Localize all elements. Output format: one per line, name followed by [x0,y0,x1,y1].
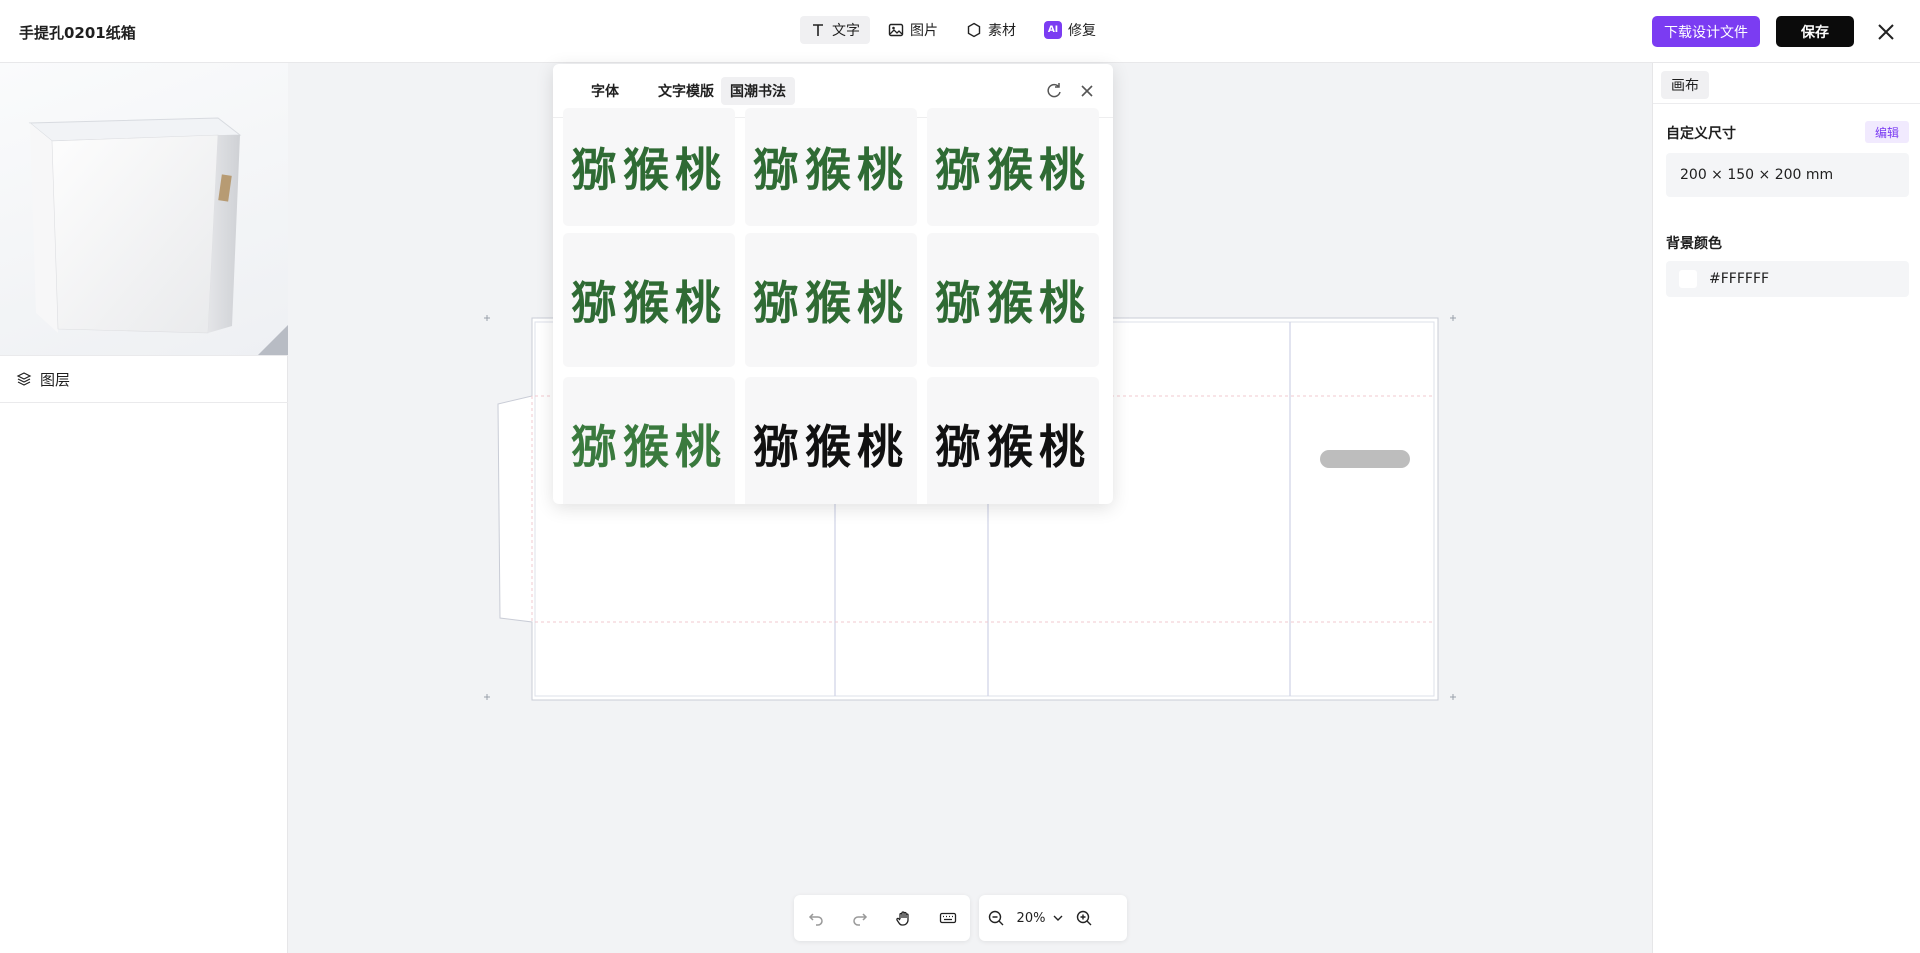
layers-icon [16,372,32,386]
zoom-out-icon [988,910,1004,926]
font-style-popup: 字体 文字模版 国潮书法 猕猴桃 猕猴桃 猕猴桃 猕猴桃 猕猴桃 猕猴桃 猕猴桃… [553,64,1113,504]
save-button[interactable]: 保存 [1776,16,1854,47]
calligraphy-sample[interactable]: 猕猴桃 [563,108,735,226]
calligraphy-sample[interactable]: 猕猴桃 [745,377,917,504]
tool-image-label: 图片 [910,23,938,39]
zoom-in-icon [1076,910,1092,926]
text-icon [813,24,823,36]
refresh-icon[interactable] [1044,81,1064,101]
document-title: 手提孔0201纸箱 [19,24,136,42]
calligraphy-grid: 猕猴桃 猕猴桃 猕猴桃 猕猴桃 猕猴桃 猕猴桃 猕猴桃 猕猴桃 猕猴桃 [563,108,1103,504]
zoom-level[interactable]: 20% [1013,911,1049,926]
chevron-down-icon [1053,915,1063,921]
zoom-out-button[interactable] [982,903,1010,933]
tool-image[interactable]: 图片 [878,16,948,44]
edit-size-button[interactable]: 编辑 [1865,121,1909,143]
undo-icon [808,913,823,926]
left-panel: 图层 [0,63,288,953]
tool-material-label: 素材 [988,23,1016,39]
hand-icon [896,911,909,926]
popup-close-icon[interactable] [1077,81,1097,101]
3d-preview[interactable] [0,63,288,355]
size-label: 自定义尺寸 [1666,126,1736,142]
handle-hole [1320,450,1410,468]
download-design-button[interactable]: 下载设计文件 [1652,16,1760,47]
close-icon[interactable] [1874,20,1898,44]
calligraphy-sample[interactable]: 猕猴桃 [563,233,735,367]
hexagon-icon [967,22,981,38]
bg-color-field[interactable]: #FFFFFF [1666,261,1909,297]
pan-button[interactable] [885,903,923,933]
top-bar: 手提孔0201纸箱 文字 图片 素材 AI 修复 下载设计文件 保存 [0,0,1920,63]
tab-canvas[interactable]: 画布 [1661,71,1709,99]
tool-ai-repair-label: 修复 [1068,23,1096,39]
ai-icon: AI [1044,21,1062,39]
tab-divider [1653,103,1920,104]
color-swatch[interactable] [1679,270,1697,288]
sample-text: 猕猴桃 [935,143,1091,197]
calligraphy-sample[interactable]: 猕猴桃 [927,377,1099,504]
redo-button[interactable] [841,903,879,933]
box-3d-render [28,117,242,334]
zoom-dropdown[interactable] [1049,903,1067,933]
undo-button[interactable] [797,903,835,933]
zoom-in-button[interactable] [1070,903,1098,933]
sample-text: 猕猴桃 [753,420,909,474]
sample-text: 猕猴桃 [753,276,909,330]
resize-handle[interactable] [258,325,288,355]
tab-font[interactable]: 字体 [582,77,628,105]
calligraphy-sample[interactable]: 猕猴桃 [745,108,917,226]
sample-text: 猕猴桃 [571,276,727,330]
tool-ai-repair[interactable]: AI 修复 [1034,16,1106,44]
tab-text-template[interactable]: 文字模版 [649,77,723,105]
sample-text: 猕猴桃 [571,420,727,474]
bg-color-label: 背景颜色 [1666,236,1722,252]
redo-icon [853,913,868,926]
size-field: 200 × 150 × 200 mm [1666,153,1909,197]
tool-text-label: 文字 [832,23,860,39]
calligraphy-sample[interactable]: 猕猴桃 [927,233,1099,367]
history-toolbar [794,895,970,941]
tool-material[interactable]: 素材 [956,16,1026,44]
sample-text: 猕猴桃 [571,143,727,197]
sample-text: 猕猴桃 [935,420,1091,474]
layers-title: 图层 [40,370,71,389]
image-icon [888,23,904,37]
zoom-toolbar: 20% [979,895,1127,941]
calligraphy-sample[interactable]: 猕猴桃 [927,108,1099,226]
calligraphy-sample[interactable]: 猕猴桃 [563,377,735,504]
sample-text: 猕猴桃 [753,143,909,197]
calligraphy-sample[interactable]: 猕猴桃 [745,233,917,367]
tool-text[interactable]: 文字 [800,16,870,44]
keyboard-icon [939,912,957,924]
keyboard-button[interactable] [929,903,967,933]
right-panel: 画布 自定义尺寸 编辑 200 × 150 × 200 mm 背景颜色 #FFF… [1652,63,1920,953]
tool-tabs: 文字 图片 素材 AI 修复 [800,16,1106,44]
size-value: 200 × 150 × 200 mm [1680,167,1834,183]
layers-header[interactable]: 图层 [0,355,288,403]
tab-guochao-calligraphy[interactable]: 国潮书法 [721,77,795,105]
bg-color-value: #FFFFFF [1709,271,1770,287]
sample-text: 猕猴桃 [935,276,1091,330]
